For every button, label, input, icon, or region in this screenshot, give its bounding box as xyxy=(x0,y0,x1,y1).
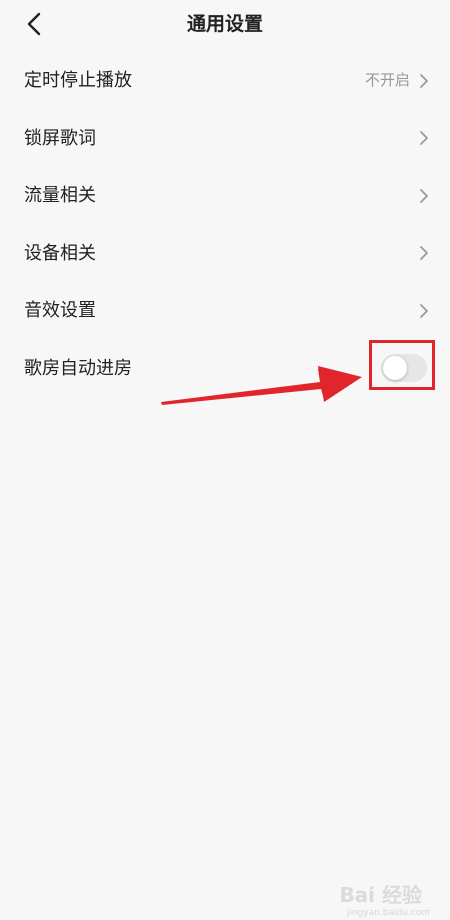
header-bar: 通用设置 xyxy=(0,0,450,48)
settings-row-label: 歌房自动进房 xyxy=(24,357,132,379)
settings-row-timer-stop[interactable]: 定时停止播放 不开启 xyxy=(0,52,450,110)
settings-row-value: 不开启 xyxy=(364,71,410,89)
chevron-right-icon xyxy=(420,131,428,146)
settings-row-device[interactable]: 设备相关 xyxy=(0,225,450,283)
settings-row-karaoke-auto-enter: 歌房自动进房 xyxy=(0,340,450,398)
settings-row-label: 音效设置 xyxy=(24,300,96,321)
chevron-right-icon xyxy=(420,188,428,203)
settings-row-label: 设备相关 xyxy=(24,242,96,264)
settings-row-label: 锁屏歌词 xyxy=(24,127,96,149)
chevron-right-icon xyxy=(420,303,428,318)
page-title: 通用设置 xyxy=(186,13,263,35)
settings-row-lockscreen-lyrics[interactable]: 锁屏歌词 xyxy=(0,110,450,168)
settings-row-label: 流量相关 xyxy=(24,185,96,206)
settings-row-data-usage[interactable]: 流量相关 xyxy=(0,167,450,225)
chevron-right-icon xyxy=(420,73,428,88)
chevron-right-icon xyxy=(420,246,428,261)
karaoke-auto-enter-toggle[interactable] xyxy=(381,354,427,383)
toggle-knob xyxy=(383,356,407,381)
watermark-url: jingyan.baidu.com xyxy=(346,908,430,918)
settings-row-label: 定时停止播放 xyxy=(24,70,132,91)
watermark: Bai 经验 xyxy=(339,883,422,907)
settings-row-sound-effects[interactable]: 音效设置 xyxy=(0,282,450,340)
settings-list: 定时停止播放 不开启 锁屏歌词 流量相关 设备相关 音效设置 歌房自动进房 xyxy=(0,52,450,397)
